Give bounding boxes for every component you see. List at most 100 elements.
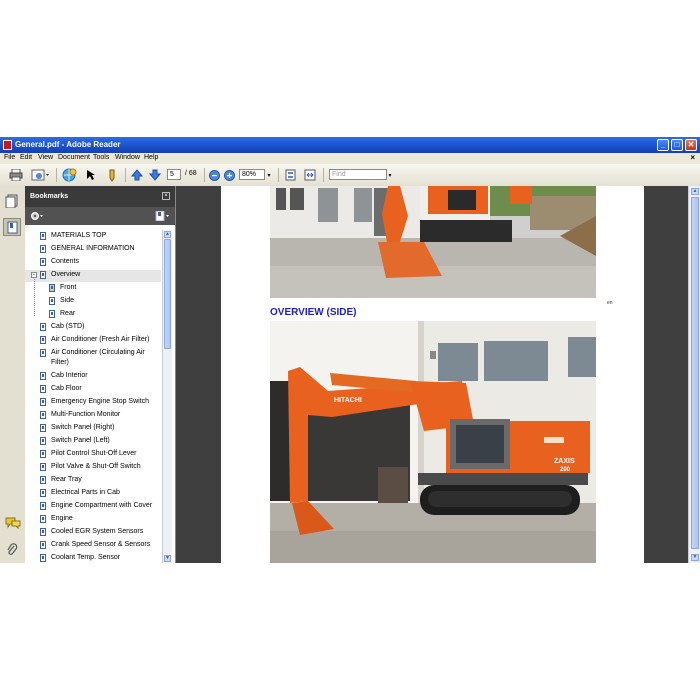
email-button[interactable] xyxy=(30,168,52,182)
bookmark-item[interactable]: Engine xyxy=(25,514,161,526)
bookmark-item[interactable]: Rear xyxy=(25,309,161,321)
bookmark-icon xyxy=(49,284,55,292)
bookmark-icon xyxy=(40,554,46,562)
minimize-button[interactable]: _ xyxy=(657,139,669,151)
bookmark-item[interactable]: MATERIALS TOP xyxy=(25,231,161,243)
scroll-down-icon[interactable]: ▼ xyxy=(691,554,699,561)
bookmark-item[interactable]: Emergency Engine Stop Switch xyxy=(25,397,161,409)
globe-search-icon xyxy=(62,168,77,182)
zoom-in-icon xyxy=(223,169,235,181)
pages-tab[interactable] xyxy=(5,194,19,209)
adobe-reader-window: General.pdf - Adobe Reader _ □ ✕ File Ed… xyxy=(0,137,700,563)
bookmark-icon xyxy=(40,385,46,393)
bookmark-item[interactable]: Electrical Parts in Cab xyxy=(25,488,161,500)
page-number-input[interactable]: 5 xyxy=(167,169,181,180)
bookmark-item[interactable]: Front xyxy=(25,283,161,295)
bookmarks-header: Bookmarks × xyxy=(25,186,175,207)
machine-number-label: 200 xyxy=(560,467,571,473)
bookmark-icon xyxy=(40,515,46,523)
bookmark-icon xyxy=(40,232,46,240)
scroll-up-icon[interactable]: ▲ xyxy=(164,231,171,238)
menu-view[interactable]: View xyxy=(38,154,53,161)
scroll-up-icon[interactable]: ▲ xyxy=(691,188,699,195)
bookmark-item[interactable]: Cooled EGR System Sensors xyxy=(25,527,161,539)
document-view: en OVERVIEW (SIDE) HITACHI ZAXIS 200 xyxy=(176,186,688,563)
bookmark-item[interactable]: Crank Speed Sensor & Sensors xyxy=(25,540,161,552)
bookmark-item[interactable]: Cab (STD) xyxy=(25,322,161,334)
machine-brand-label: HITACHI xyxy=(334,397,362,404)
bookmark-item[interactable]: Cab Interior xyxy=(25,371,161,383)
fit-width-icon xyxy=(304,169,316,181)
comments-icon xyxy=(5,517,21,530)
bookmark-item[interactable]: Contents xyxy=(25,257,161,269)
bookmark-item[interactable]: Side xyxy=(25,296,161,308)
bookmark-item[interactable]: Cab Floor xyxy=(25,384,161,396)
fit-width-button[interactable] xyxy=(303,168,317,182)
chevron-down-icon: ▾ xyxy=(267,172,271,179)
zoom-in-button[interactable] xyxy=(223,168,235,182)
bookmark-icon xyxy=(40,528,46,536)
bookmarks-close-button[interactable]: × xyxy=(162,192,170,200)
document-scroll-thumb[interactable] xyxy=(691,197,699,549)
menu-document[interactable]: Document xyxy=(58,154,90,161)
bookmarks-toolbar xyxy=(25,207,175,225)
next-page-button[interactable] xyxy=(148,168,162,182)
bookmark-icon xyxy=(40,372,46,380)
menu-tools[interactable]: Tools xyxy=(93,154,109,161)
bookmark-item[interactable]: Pilot Valve & Shut-Off Switch xyxy=(25,462,161,474)
bookmark-icon xyxy=(40,489,46,497)
navigation-pane-icons xyxy=(0,186,26,563)
bookmark-tree: MATERIALS TOP GENERAL INFORMATION Conten… xyxy=(25,230,161,563)
menu-edit[interactable]: Edit xyxy=(20,154,32,161)
bookmark-icon xyxy=(7,221,18,234)
bookmark-item[interactable]: Multi-Function Monitor xyxy=(25,410,161,422)
bookmark-item[interactable]: GENERAL INFORMATION xyxy=(25,244,161,256)
print-button[interactable] xyxy=(8,168,24,182)
document-close-button[interactable]: × xyxy=(690,153,695,162)
section-heading: OVERVIEW (SIDE) xyxy=(270,307,357,318)
bookmark-icon xyxy=(40,398,46,406)
bookmark-icon xyxy=(40,323,46,331)
find-input[interactable]: Find xyxy=(329,169,387,180)
bookmark-options-button[interactable] xyxy=(30,211,44,221)
zoom-dropdown[interactable]: ▾ xyxy=(265,168,273,182)
arrow-select-icon xyxy=(87,170,95,180)
bookmark-item-selected[interactable]: - Overview xyxy=(25,270,161,282)
search-web-button[interactable] xyxy=(61,168,79,182)
menu-help[interactable]: Help xyxy=(144,154,158,161)
email-icon xyxy=(31,169,49,181)
hand-tool-button[interactable] xyxy=(105,168,119,182)
bookmark-item[interactable]: Engine Compartment with Cover xyxy=(25,501,161,513)
bookmarks-tab[interactable] xyxy=(3,218,21,236)
bookmark-item[interactable]: Coolant Temp. Sensor xyxy=(25,553,161,563)
previous-page-button[interactable] xyxy=(130,168,144,182)
bookmark-item[interactable]: Air Conditioner (Fresh Air Filter) xyxy=(25,335,161,347)
maximize-button[interactable]: □ xyxy=(671,139,683,151)
attachments-tab[interactable] xyxy=(6,543,18,557)
menu-file[interactable]: File xyxy=(4,154,15,161)
scroll-down-icon[interactable]: ▼ xyxy=(164,555,171,562)
comments-tab[interactable] xyxy=(5,517,21,530)
select-tool-button[interactable] xyxy=(84,168,98,182)
collapse-toggle-icon[interactable]: - xyxy=(31,272,37,278)
close-button[interactable]: ✕ xyxy=(685,139,697,151)
scroll-thumb[interactable] xyxy=(164,239,171,349)
bookmark-item[interactable]: Switch Panel (Right) xyxy=(25,423,161,435)
machine-model-label: ZAXIS xyxy=(554,458,575,465)
bookmark-icon xyxy=(40,541,46,549)
zoom-out-icon xyxy=(208,169,220,181)
bookmark-item[interactable]: Rear Tray xyxy=(25,475,161,487)
bookmark-item[interactable]: Switch Panel (Left) xyxy=(25,436,161,448)
bookmarks-scrollbar[interactable]: ▲ ▼ xyxy=(162,230,172,563)
menu-window[interactable]: Window xyxy=(115,154,140,161)
expand-bookmark-button[interactable] xyxy=(155,210,171,222)
bookmark-item[interactable]: Air Conditioner (Circulating Air Filter) xyxy=(25,348,161,370)
bookmarks-title: Bookmarks xyxy=(30,193,69,200)
find-dropdown[interactable]: ▾ xyxy=(386,168,394,182)
zoom-level-input[interactable]: 80% xyxy=(239,169,265,180)
document-scrollbar[interactable]: ▲ ▼ xyxy=(688,186,700,563)
bookmark-icon xyxy=(40,437,46,445)
fit-page-button[interactable] xyxy=(283,168,297,182)
zoom-out-button[interactable] xyxy=(208,168,220,182)
bookmark-item[interactable]: Pilot Control Shut-Off Lever xyxy=(25,449,161,461)
